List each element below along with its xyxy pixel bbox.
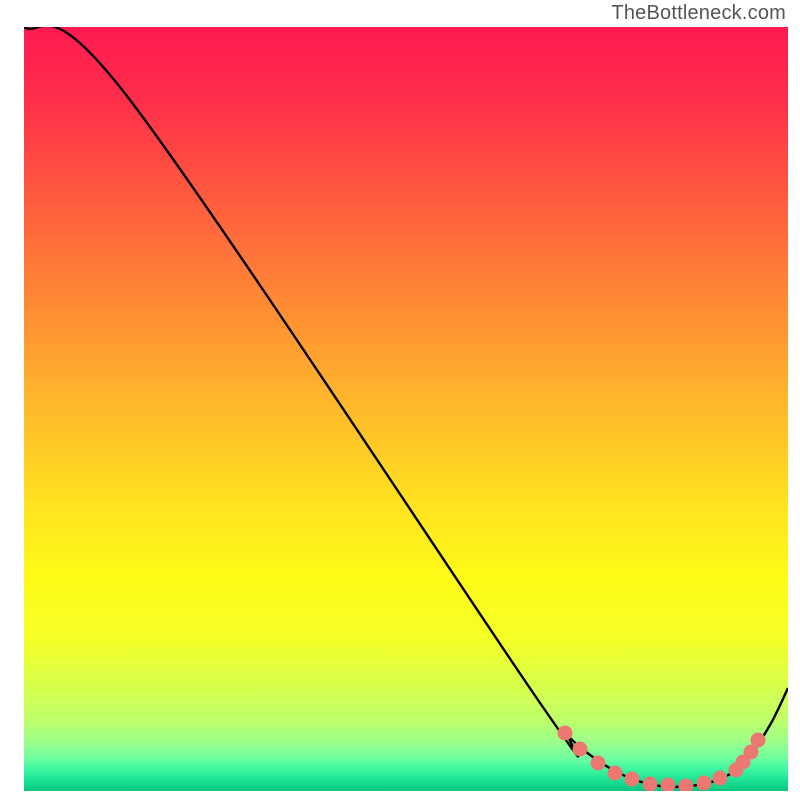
- curve-marker: [558, 726, 573, 741]
- curve-marker: [591, 756, 606, 771]
- curve-marker: [713, 771, 728, 786]
- plot-background: [24, 27, 788, 791]
- curve-marker: [608, 766, 623, 781]
- curve-marker: [679, 779, 694, 794]
- curve-marker: [697, 776, 712, 791]
- curve-marker: [643, 777, 658, 792]
- chart-container: { "attribution": "TheBottleneck.com", "c…: [0, 0, 800, 800]
- bottleneck-chart: [0, 0, 800, 800]
- attribution-text: TheBottleneck.com: [611, 2, 786, 25]
- curve-marker: [661, 778, 676, 793]
- curve-marker: [573, 742, 588, 757]
- curve-marker: [751, 733, 766, 748]
- curve-marker: [625, 772, 640, 787]
